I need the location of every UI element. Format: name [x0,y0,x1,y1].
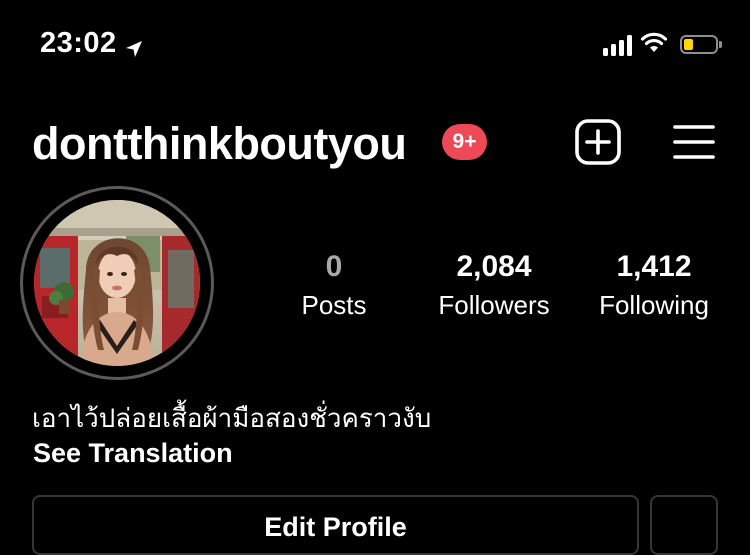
profile-username[interactable]: dontthinkboutyou [32,118,407,170]
battery-level [684,39,693,50]
followers-count: 2,084 [456,250,532,283]
cellular-signal-icon [603,34,632,56]
following-count: 1,412 [616,250,692,283]
posts-label: Posts [301,290,367,320]
clock-text: 23:02 [40,27,117,59]
profile-bio: เอาไว้ปล่อยเสื้อผ้ามือสองชั่วคราวงับ [32,404,432,434]
menu-button[interactable] [673,124,715,160]
wifi-icon [640,31,668,58]
see-translation-link[interactable]: See Translation [33,438,233,469]
hamburger-menu-icon [673,125,715,159]
following-stat[interactable]: 1,412 Following [589,250,719,322]
followers-label: Followers [438,290,550,320]
posts-count: 0 [325,250,343,283]
status-bar-indicators [603,31,722,58]
discover-people-button[interactable] [650,495,718,555]
status-bar-time: 23:02 [40,27,144,60]
battery-icon [680,35,722,54]
plus-square-icon [575,119,621,165]
profile-avatar[interactable] [34,200,200,366]
location-arrow-icon [124,34,144,57]
profile-avatar-ring[interactable] [20,186,214,380]
notification-badge[interactable]: 9+ [442,124,487,160]
following-label: Following [599,290,709,320]
new-post-button[interactable] [575,119,621,165]
followers-stat[interactable]: 2,084 Followers [428,250,560,322]
edit-profile-button[interactable]: Edit Profile [32,495,639,555]
posts-stat[interactable]: 0 Posts [296,250,372,322]
